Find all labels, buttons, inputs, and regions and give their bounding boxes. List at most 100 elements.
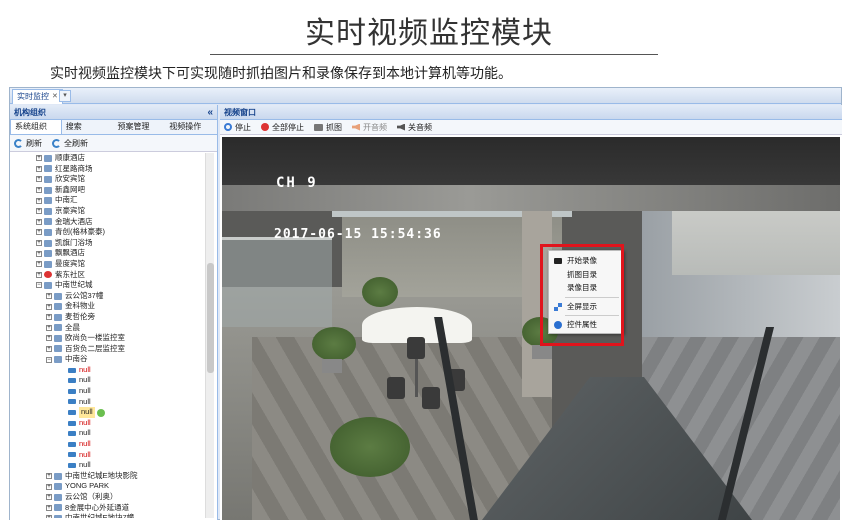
tree-camera-node[interactable]: null (10, 450, 214, 461)
tab-menu-chevron-down-icon[interactable]: ▾ (59, 90, 71, 102)
tree-folder-node[interactable]: + 中南世纪城E地块影院 (10, 471, 214, 482)
collapse-icon[interactable]: « (207, 105, 213, 120)
tree-folder-node[interactable]: + 金科物业 (10, 301, 214, 312)
expand-node-icon[interactable]: + (46, 515, 52, 518)
expand-node-icon[interactable]: + (36, 176, 42, 183)
expand-node-icon[interactable]: + (36, 218, 42, 225)
folder-icon (54, 334, 62, 342)
scene-plant (362, 277, 398, 307)
collapse-node-icon[interactable]: − (36, 282, 42, 289)
slide-title: 实时视频监控模块 (305, 17, 553, 50)
org-panel-title: 机构组织 (14, 108, 46, 117)
expand-node-icon[interactable]: + (36, 208, 42, 215)
close-icon[interactable]: ✕ (52, 90, 58, 104)
expand-node-icon[interactable]: + (46, 494, 52, 501)
tree-camera-node[interactable]: null (10, 375, 214, 386)
expand-node-icon[interactable]: + (46, 345, 52, 352)
scrollbar-thumb[interactable] (207, 263, 214, 373)
expand-node-icon[interactable]: + (36, 155, 42, 162)
tree-folder-node[interactable]: + 中南汇 (10, 195, 214, 206)
tree-folder-node[interactable]: + 曼度宾馆 (10, 259, 214, 270)
tab-realtime-monitor[interactable]: 实时监控 ✕ (12, 89, 63, 104)
expand-node-icon[interactable]: + (46, 324, 52, 331)
tree-camera-node[interactable]: null (10, 460, 214, 471)
tree-folder-node[interactable]: + 金瑞大酒店 (10, 217, 214, 228)
tab-plan-management[interactable]: 预案管理 (114, 120, 166, 134)
expand-node-icon[interactable]: + (46, 483, 52, 490)
tree-folder-node[interactable]: + 麦哲伦旁 (10, 312, 214, 323)
stop-all-button[interactable]: 全部停止 (261, 122, 304, 133)
snapshot-icon (314, 123, 323, 131)
tree-node-label: 金瑞大酒店 (55, 216, 93, 226)
tree-folder-node[interactable]: + 青创(格林豪泰) (10, 227, 214, 238)
tree-folder-node[interactable]: + YONG PARK (10, 481, 214, 492)
tree-node-label: 云公馆（利奥） (65, 492, 118, 501)
tab-system-org[interactable]: 系统组织 (10, 120, 62, 134)
camera-icon (68, 388, 76, 394)
collapse-node-icon[interactable]: − (46, 356, 52, 363)
tree-node-label: 飘飘酒店 (55, 248, 85, 258)
tree-folder-node[interactable]: + 凯旗门浴场 (10, 238, 214, 249)
tree-camera-node[interactable]: null (10, 418, 214, 429)
tree-folder-node[interactable]: + 飘飘酒店 (10, 248, 214, 259)
expand-node-icon[interactable]: + (36, 187, 42, 194)
org-toolbar: 刷新 全刷新 (10, 135, 217, 152)
folder-icon (44, 218, 52, 226)
tree-camera-node[interactable]: null (10, 386, 214, 397)
tree-camera-node[interactable]: null (10, 407, 214, 418)
refresh-button[interactable]: 刷新 (14, 138, 42, 149)
tree-folder-node[interactable]: + 顺康酒店 (10, 153, 214, 164)
tree-folder-node[interactable]: +8金展中心外延通道 (10, 503, 214, 514)
expand-node-icon[interactable]: + (36, 250, 42, 257)
tree-folder-node[interactable]: + 京豪宾馆 (10, 206, 214, 217)
snapshot-button[interactable]: 抓图 (314, 122, 342, 133)
tree-node-label: null (79, 460, 91, 470)
tree-folder-node[interactable]: − 中南谷 (10, 354, 214, 365)
slide-description: 实时视频监控模块下可实现随时抓拍图片和录像保存到本地计算机等功能。 (50, 65, 512, 81)
camera-icon (68, 420, 76, 426)
expand-node-icon[interactable]: + (46, 314, 52, 321)
refresh-all-label: 全刷新 (64, 138, 88, 148)
expand-node-icon[interactable]: + (46, 473, 52, 480)
tab-search[interactable]: 搜索 (62, 120, 114, 134)
folder-icon (44, 250, 52, 258)
sound-off-button[interactable]: 关音频 (397, 122, 432, 133)
expand-node-icon[interactable]: + (46, 335, 52, 342)
tree-node-label: 全晨 (65, 322, 80, 332)
expand-node-icon[interactable]: + (46, 303, 52, 310)
tree-folder-node[interactable]: + 云公馆（利奥） (10, 492, 214, 503)
expand-node-icon[interactable]: + (36, 271, 42, 278)
tree-scrollbar[interactable] (205, 153, 214, 518)
expand-node-icon[interactable]: + (36, 165, 42, 172)
expand-node-icon[interactable]: + (36, 261, 42, 268)
tree-node-label: 凯旗门浴场 (55, 237, 93, 247)
tab-video-operation[interactable]: 视频操作 (165, 120, 217, 134)
tree-node-label: null (79, 396, 91, 406)
refresh-all-button[interactable]: 全刷新 (52, 138, 88, 149)
tree-folder-node[interactable]: + 中南世纪城E地块7幢 (10, 513, 214, 518)
tree-folder-node[interactable]: + 红星路商场 (10, 164, 214, 175)
expand-node-icon[interactable]: + (36, 197, 42, 204)
tree-folder-node[interactable]: + 新鑫网吧 (10, 185, 214, 196)
tree-camera-node[interactable]: null (10, 439, 214, 450)
expand-node-icon[interactable]: + (46, 293, 52, 300)
tree-folder-node[interactable]: + 欣安宾馆 (10, 174, 214, 185)
expand-node-icon[interactable]: + (46, 504, 52, 511)
tree-folder-node[interactable]: + 全晨 (10, 323, 214, 334)
app-tab-bar: 实时监控 ✕ ▾ (10, 88, 841, 104)
expand-node-icon[interactable]: + (36, 240, 42, 247)
tree-folder-node[interactable]: + 云公馆37幢 (10, 291, 214, 302)
stop-button[interactable]: 停止 (224, 122, 251, 133)
expand-node-icon[interactable]: + (36, 229, 42, 236)
video-window[interactable]: CH 9 2017-06-15 15:54:36 开始录像 抓图目录 录像目录 … (222, 137, 840, 520)
tree-folder-node[interactable]: − 中南世纪城 (10, 280, 214, 291)
tree-folder-node[interactable]: + 欧尚负一楼监控室 (10, 333, 214, 344)
tree-folder-node[interactable]: + 紫东社区 (10, 270, 214, 281)
tree-node-label: null (79, 364, 91, 374)
sound-on-button[interactable]: 开音频 (352, 122, 387, 133)
tree-folder-node[interactable]: + 百货负二层监控室 (10, 344, 214, 355)
tree-camera-node[interactable]: null (10, 428, 214, 439)
tree-camera-node[interactable]: null (10, 365, 214, 376)
tree-camera-node[interactable]: null (10, 397, 214, 408)
refresh-icon (14, 138, 23, 148)
